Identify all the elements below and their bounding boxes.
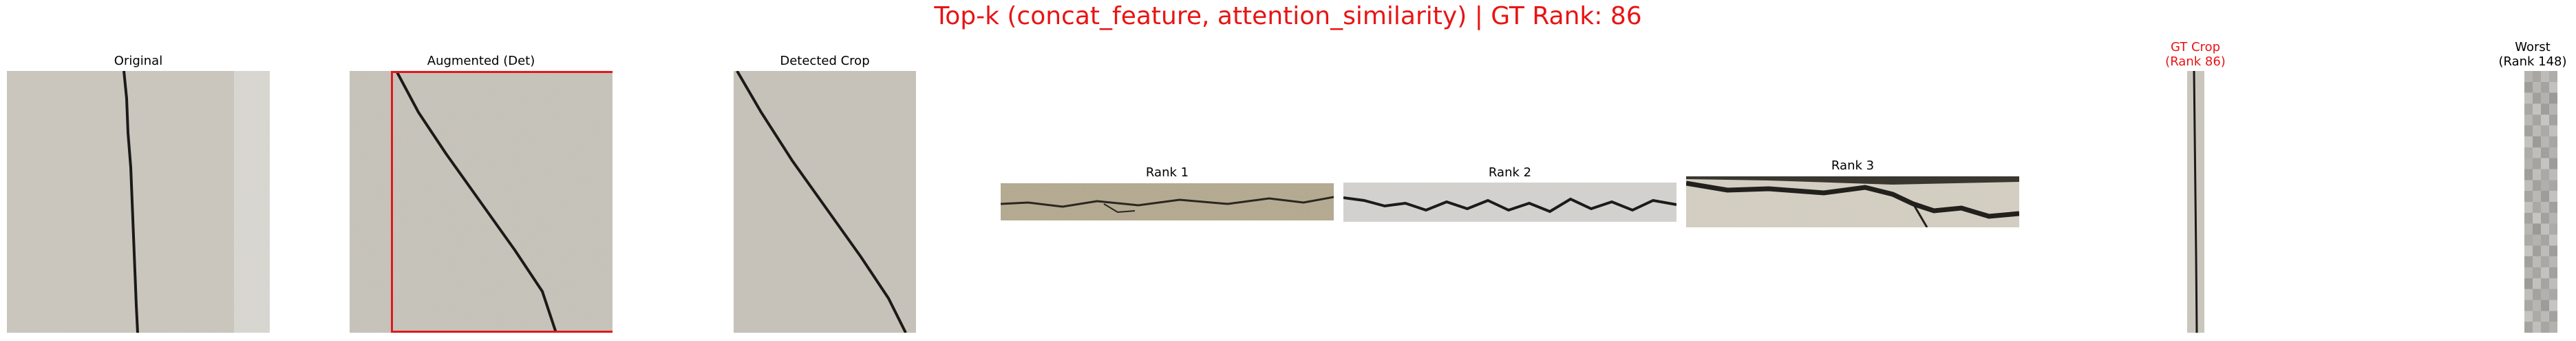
panel-title-gt-line2: (Rank 86) — [2165, 54, 2226, 69]
rank3-image — [1686, 176, 2019, 227]
rank1-image — [1001, 183, 1334, 220]
panel-title-worst-line1: Worst — [2515, 40, 2551, 54]
panel-title-gt-line1: GT Crop — [2170, 40, 2221, 54]
panel-title-rank1: Rank 1 — [1145, 165, 1189, 180]
panel-title-augmented: Augmented (Det) — [427, 54, 535, 68]
augmented-image — [350, 71, 613, 333]
panel-title-detected: Detected Crop — [780, 54, 870, 68]
panel-title-worst-line2: (Rank 148) — [2498, 54, 2567, 69]
figure-title: Top-k (concat_feature, attention_similar… — [934, 2, 1642, 30]
gt-crop-image — [2187, 71, 2204, 333]
rank2-image — [1343, 183, 1676, 222]
detected-crop-image — [734, 71, 916, 333]
panel-title-rank3: Rank 3 — [1831, 158, 1875, 173]
original-image — [7, 71, 270, 333]
worst-image — [2524, 71, 2557, 333]
panel-title-original: Original — [114, 54, 163, 68]
panel-title-rank2: Rank 2 — [1488, 165, 1532, 180]
detection-box — [391, 71, 613, 333]
